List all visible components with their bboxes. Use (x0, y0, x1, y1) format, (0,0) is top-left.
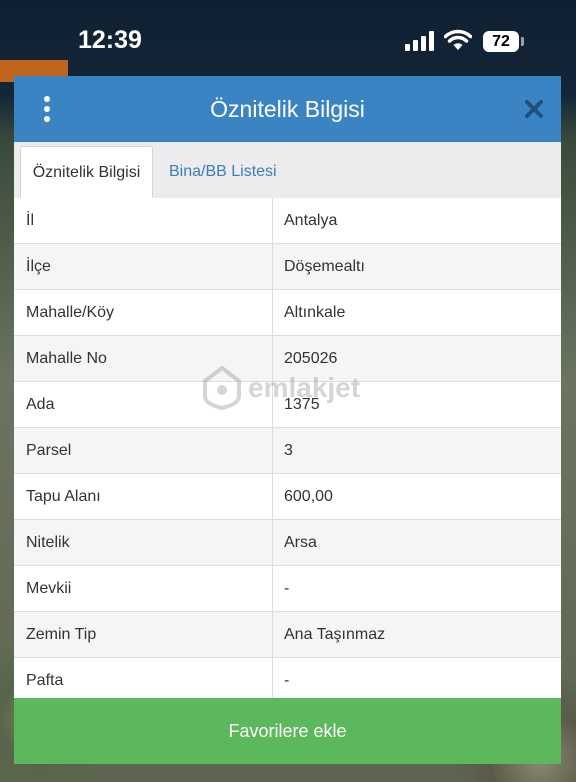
status-time: 12:39 (78, 26, 142, 54)
emlakjet-logo-icon (203, 366, 241, 410)
row-label: İlçe (26, 258, 51, 275)
cell-divider (272, 566, 273, 611)
menu-dots-icon[interactable] (42, 96, 52, 122)
tab-bar: Öznitelik Bilgisi Bina/BB Listesi (14, 142, 561, 199)
row-label: Tapu Alanı (26, 488, 101, 505)
table-row: Nitelik Arsa (14, 520, 561, 566)
row-label: Parsel (26, 442, 72, 459)
row-value: 3 (284, 442, 293, 459)
tab-building-list[interactable]: Bina/BB Listesi (157, 146, 289, 198)
battery-icon: 72 (483, 31, 519, 52)
row-value: Ana Taşınmaz (284, 626, 386, 643)
table-row: Zemin Tip Ana Taşınmaz (14, 612, 561, 658)
watermark: emlakjet (202, 366, 382, 416)
cell-divider (272, 290, 273, 335)
attribute-dialog: Öznitelik Bilgisi Öznitelik Bilgisi Bina… (14, 76, 561, 764)
row-label: Zemin Tip (26, 626, 97, 643)
watermark-text: emlakjet (248, 372, 361, 403)
row-label: Mevkii (26, 580, 72, 597)
row-label: Pafta (26, 672, 64, 689)
table-row: Mahalle/Köy Altınkale (14, 290, 561, 336)
row-label: Nitelik (26, 534, 70, 551)
signal-icon (405, 31, 434, 51)
tab-attribute-info[interactable]: Öznitelik Bilgisi (20, 146, 153, 198)
cell-divider (272, 474, 273, 519)
table-row: İlçe Döşemealtı (14, 244, 561, 290)
row-value: Altınkale (284, 304, 346, 321)
cell-divider (272, 658, 273, 703)
table-row: Mevkii - (14, 566, 561, 612)
dialog-title: Öznitelik Bilgisi (210, 96, 365, 122)
cell-divider (272, 198, 273, 243)
table-row: Parsel 3 (14, 428, 561, 474)
row-label: Mahalle No (26, 350, 107, 367)
row-value: Antalya (284, 212, 338, 229)
row-value: - (284, 672, 290, 689)
row-value: Döşemealtı (284, 258, 365, 275)
status-bar: 12:39 72 (0, 0, 576, 60)
battery-tip (521, 37, 524, 46)
attribute-table: İl Antalya İlçe Döşemealtı Mahalle/Köy A… (14, 198, 561, 704)
row-value: - (284, 580, 290, 597)
row-label: İl (26, 212, 34, 229)
table-row: Tapu Alanı 600,00 (14, 474, 561, 520)
cell-divider (272, 428, 273, 473)
row-value: Arsa (284, 534, 317, 551)
wifi-icon (444, 29, 472, 50)
cell-divider (272, 244, 273, 289)
dialog-header: Öznitelik Bilgisi (14, 76, 561, 142)
add-to-favorites-button[interactable]: Favorilere ekle (14, 698, 561, 764)
close-icon[interactable] (524, 99, 544, 119)
cell-divider (272, 612, 273, 657)
row-value: 600,00 (284, 488, 333, 505)
row-label: Mahalle/Köy (26, 304, 115, 321)
row-label: Ada (26, 396, 55, 413)
table-row: İl Antalya (14, 198, 561, 244)
cell-divider (272, 520, 273, 565)
